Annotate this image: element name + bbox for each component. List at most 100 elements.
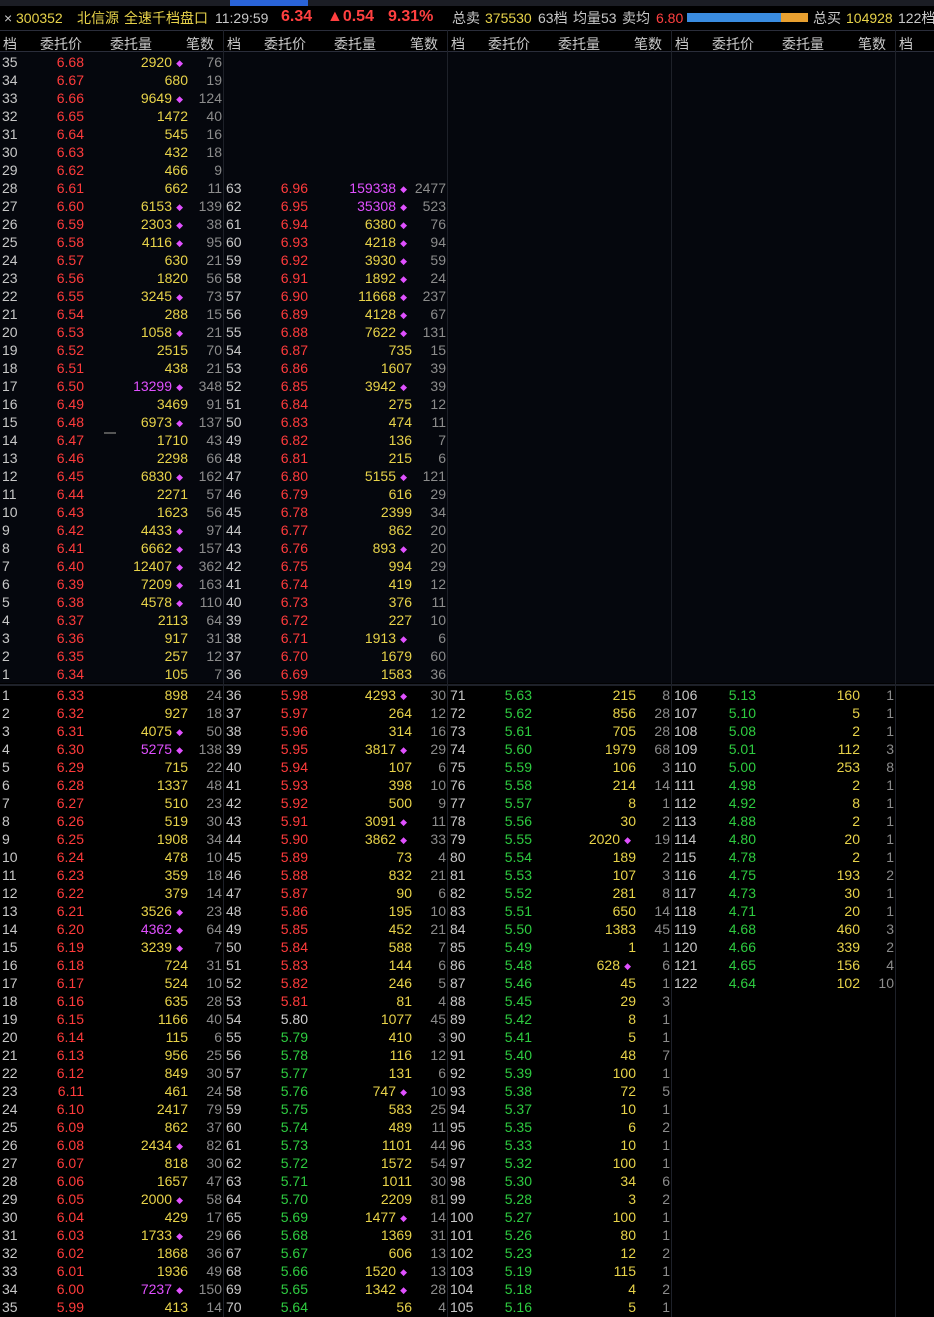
order-level-row[interactable]: 77 5.57 8 1 xyxy=(448,794,672,812)
order-level-row[interactable]: 26 6.59 2303 38 ◆ xyxy=(0,215,224,233)
order-level-row[interactable]: 3 6.31 4075 50 ◆ xyxy=(0,722,224,740)
order-level-row[interactable]: 95 5.35 6 2 xyxy=(448,1118,672,1136)
order-level-row[interactable]: 101 5.26 80 1 xyxy=(448,1226,672,1244)
order-level-row[interactable]: 64 5.70 2209 81 xyxy=(224,1190,448,1208)
order-level-row[interactable]: 86 5.48 628 6 ◆ xyxy=(448,956,672,974)
order-level-row[interactable]: 22 6.55 3245 73 ◆ xyxy=(0,287,224,305)
order-level-row[interactable]: 6 6.28 1337 48 xyxy=(0,776,224,794)
order-level-row[interactable]: 7 6.40 12407 362 ◆ xyxy=(0,557,224,575)
order-level-row[interactable]: 19 6.15 1166 40 xyxy=(0,1010,224,1028)
order-level-row[interactable]: 121 4.65 156 4 xyxy=(672,956,896,974)
order-level-row[interactable]: 37 6.70 1679 60 xyxy=(224,647,448,665)
order-level-row[interactable]: 45 5.89 73 4 xyxy=(224,848,448,866)
order-level-row[interactable]: 28 6.61 662 11 xyxy=(0,179,224,197)
order-level-row[interactable]: 31 6.03 1733 29 ◆ xyxy=(0,1226,224,1244)
order-level-row[interactable]: 112 4.92 8 1 xyxy=(672,794,896,812)
order-level-row[interactable]: 48 5.86 195 10 xyxy=(224,902,448,920)
order-level-row[interactable]: 29 6.05 2000 58 ◆ xyxy=(0,1190,224,1208)
order-level-row[interactable]: 38 6.71 1913 6 ◆ xyxy=(224,629,448,647)
order-level-row[interactable]: 52 6.85 3942 39 ◆ xyxy=(224,377,448,395)
order-level-row[interactable]: 30 6.04 429 17 xyxy=(0,1208,224,1226)
order-level-row[interactable]: 105 5.16 5 1 xyxy=(448,1298,672,1316)
order-level-row[interactable]: 10 6.43 1623 56 xyxy=(0,503,224,521)
order-level-row[interactable]: 1 6.33 898 24 xyxy=(0,686,224,704)
order-level-row[interactable]: 21 6.54 288 15 xyxy=(0,305,224,323)
order-level-row[interactable]: 45 6.78 2399 34 xyxy=(224,503,448,521)
order-level-row[interactable]: 90 5.41 5 1 xyxy=(448,1028,672,1046)
order-level-row[interactable]: 41 5.93 398 10 xyxy=(224,776,448,794)
order-level-row[interactable]: 122 4.64 102 10 xyxy=(672,974,896,992)
order-level-row[interactable]: 80 5.54 189 2 xyxy=(448,848,672,866)
order-level-row[interactable]: 2 6.35 257 12 xyxy=(0,647,224,665)
order-level-row[interactable]: 93 5.38 72 5 xyxy=(448,1082,672,1100)
order-level-row[interactable]: 27 6.60 6153 139 ◆ xyxy=(0,197,224,215)
order-level-row[interactable]: 44 6.77 862 20 xyxy=(224,521,448,539)
order-level-row[interactable]: 91 5.40 48 7 xyxy=(448,1046,672,1064)
order-level-row[interactable]: 4 6.30 5275 138 ◆ xyxy=(0,740,224,758)
order-level-row[interactable]: 16 6.18 724 31 xyxy=(0,956,224,974)
order-level-row[interactable]: 33 6.66 9649 124 ◆ xyxy=(0,89,224,107)
order-level-row[interactable]: 110 5.00 253 8 xyxy=(672,758,896,776)
order-level-row[interactable]: 27 6.07 818 30 xyxy=(0,1154,224,1172)
order-level-row[interactable]: 62 5.72 1572 54 xyxy=(224,1154,448,1172)
order-level-row[interactable]: 37 5.97 264 12 xyxy=(224,704,448,722)
order-level-row[interactable]: 5 6.38 4578 110 ◆ xyxy=(0,593,224,611)
order-level-row[interactable]: 39 6.72 227 10 xyxy=(224,611,448,629)
order-level-row[interactable]: 24 6.57 630 21 xyxy=(0,251,224,269)
order-level-row[interactable]: 18 6.16 635 28 xyxy=(0,992,224,1010)
order-level-row[interactable]: 9 6.42 4433 97 ◆ xyxy=(0,521,224,539)
order-level-row[interactable]: 61 6.94 6380 76 ◆ xyxy=(224,215,448,233)
order-level-row[interactable]: 29 6.62 466 9 xyxy=(0,161,224,179)
order-level-row[interactable]: 103 5.19 115 1 xyxy=(448,1262,672,1280)
order-level-row[interactable]: 78 5.56 30 2 xyxy=(448,812,672,830)
order-level-row[interactable]: 25 6.09 862 37 xyxy=(0,1118,224,1136)
order-level-row[interactable]: 13 6.21 3526 23 ◆ xyxy=(0,902,224,920)
order-level-row[interactable]: 82 5.52 281 8 xyxy=(448,884,672,902)
order-level-row[interactable]: 62 6.95 35308 523 ◆ xyxy=(224,197,448,215)
order-level-row[interactable]: 85 5.49 1 1 xyxy=(448,938,672,956)
order-level-row[interactable]: 56 5.78 116 12 xyxy=(224,1046,448,1064)
order-level-row[interactable]: 79 5.55 2020 19 ◆ xyxy=(448,830,672,848)
order-level-row[interactable]: 20 6.14 115 6 xyxy=(0,1028,224,1046)
order-level-row[interactable]: 30 6.63 432 18 xyxy=(0,143,224,161)
order-level-row[interactable]: 9 6.25 1908 34 xyxy=(0,830,224,848)
order-level-row[interactable]: 60 6.93 4218 94 ◆ xyxy=(224,233,448,251)
order-level-row[interactable]: 72 5.62 856 28 xyxy=(448,704,672,722)
order-level-row[interactable]: 20 6.53 1058 21 ◆ xyxy=(0,323,224,341)
order-level-row[interactable]: 41 6.74 419 12 xyxy=(224,575,448,593)
order-level-row[interactable]: 24 6.10 2417 79 xyxy=(0,1100,224,1118)
order-level-row[interactable]: 76 5.58 214 14 xyxy=(448,776,672,794)
order-level-row[interactable]: 59 5.75 583 25 xyxy=(224,1100,448,1118)
order-level-row[interactable]: 43 5.91 3091 11 ◆ xyxy=(224,812,448,830)
order-level-row[interactable]: 66 5.68 1369 31 xyxy=(224,1226,448,1244)
order-level-row[interactable]: 22 6.12 849 30 xyxy=(0,1064,224,1082)
order-level-row[interactable]: 8 6.41 6662 157 ◆ xyxy=(0,539,224,557)
order-level-row[interactable]: 13 6.46 2298 66 xyxy=(0,449,224,467)
order-level-row[interactable]: 119 4.68 460 3 xyxy=(672,920,896,938)
order-level-row[interactable]: 111 4.98 2 1 xyxy=(672,776,896,794)
order-level-row[interactable]: 23 6.56 1820 56 xyxy=(0,269,224,287)
order-level-row[interactable]: 104 5.18 4 2 xyxy=(448,1280,672,1298)
order-level-row[interactable]: 69 5.65 1342 28 ◆ xyxy=(224,1280,448,1298)
order-level-row[interactable]: 51 5.83 144 6 xyxy=(224,956,448,974)
order-level-row[interactable]: 92 5.39 100 1 xyxy=(448,1064,672,1082)
order-level-row[interactable]: 96 5.33 10 1 xyxy=(448,1136,672,1154)
order-level-row[interactable]: 26 6.08 2434 82 ◆ xyxy=(0,1136,224,1154)
order-level-row[interactable]: 48 6.81 215 6 xyxy=(224,449,448,467)
order-level-row[interactable]: 115 4.78 2 1 xyxy=(672,848,896,866)
order-level-row[interactable]: 42 6.75 994 29 xyxy=(224,557,448,575)
order-level-row[interactable]: 87 5.46 45 1 xyxy=(448,974,672,992)
order-level-row[interactable]: 74 5.60 1979 68 xyxy=(448,740,672,758)
order-level-row[interactable]: 54 6.87 735 15 xyxy=(224,341,448,359)
order-level-row[interactable]: 5 6.29 715 22 xyxy=(0,758,224,776)
order-level-row[interactable]: 108 5.08 2 1 xyxy=(672,722,896,740)
order-level-row[interactable]: 47 6.80 5155 121 ◆ xyxy=(224,467,448,485)
order-level-row[interactable]: 54 5.80 1077 45 xyxy=(224,1010,448,1028)
order-level-row[interactable]: 98 5.30 34 6 xyxy=(448,1172,672,1190)
order-level-row[interactable]: 12 6.45 6830 162 ◆ xyxy=(0,467,224,485)
order-level-row[interactable]: 118 4.71 20 1 xyxy=(672,902,896,920)
order-level-row[interactable]: 89 5.42 8 1 xyxy=(448,1010,672,1028)
order-level-row[interactable]: 31 6.64 545 16 xyxy=(0,125,224,143)
order-level-row[interactable]: 7 6.27 510 23 xyxy=(0,794,224,812)
order-level-row[interactable]: 63 6.96 159338 2477 ◆ xyxy=(224,179,448,197)
